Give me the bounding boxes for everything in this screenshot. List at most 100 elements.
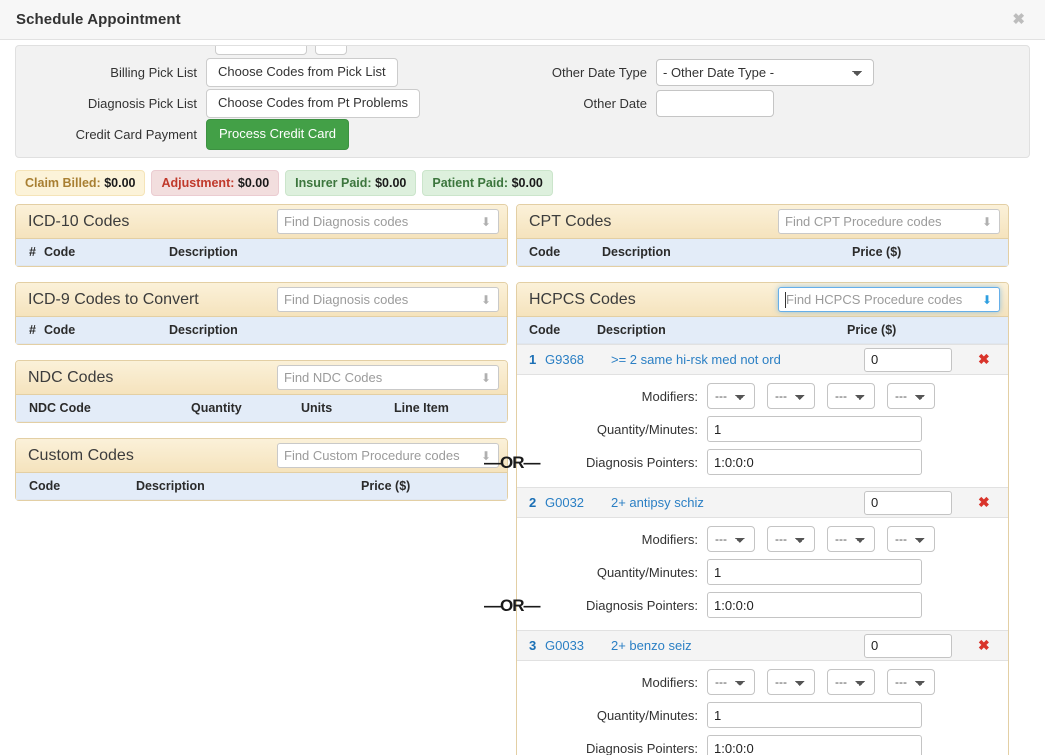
chevron-down-icon: ⬇ (981, 214, 992, 229)
hcpcs-row-price-input[interactable] (864, 347, 952, 372)
diagnosis-pointers-row: Diagnosis Pointers: (517, 592, 1008, 618)
hcpcs-search-placeholder: Find HCPCS Procedure codes (786, 292, 963, 307)
other-date-row: Other Date (536, 88, 1029, 119)
custom-search-input[interactable]: Find Custom Procedure codes ⬇ (277, 443, 499, 468)
delete-row-icon[interactable]: ✖ (978, 351, 1008, 368)
panel-hcpcs: HCPCS Codes Find HCPCS Procedure codes ⬇… (484, 282, 1009, 755)
panel-cpt: CPT Codes Find CPT Procedure codes ⬇ Cod… (516, 204, 1009, 267)
modifiers-row: Modifiers: --- --- --- --- (517, 383, 1008, 409)
hcpcs-modifier-select-1[interactable]: --- (707, 526, 755, 552)
quantity-minutes-label: Quantity/Minutes: (596, 564, 698, 580)
chevron-down-icon: ⬇ (480, 214, 491, 229)
cpt-col-description: Description (602, 239, 852, 266)
quantity-minutes-label: Quantity/Minutes: (596, 421, 698, 437)
hcpcs-row-price-input[interactable] (864, 490, 952, 515)
hcpcs-modifier-select-4[interactable]: --- (887, 383, 935, 409)
other-date-input[interactable] (656, 90, 774, 117)
hcpcs-modifier-select-1[interactable]: --- (707, 383, 755, 409)
hcpcs-row-description[interactable]: 2+ benzo seiz (611, 638, 864, 653)
quantity-minutes-input[interactable] (707, 702, 922, 728)
icd9-col-num: # (16, 317, 44, 344)
patient-paid-amount: $0.00 (511, 176, 543, 190)
hcpcs-table: Code Description Price ($) (517, 317, 1008, 344)
icd10-search-input[interactable]: Find Diagnosis codes ⬇ (277, 209, 499, 234)
diagnosis-pointers-input[interactable] (707, 735, 922, 755)
icd10-table: # Code Description (16, 239, 507, 266)
other-date-type-select[interactable]: - Other Date Type - (656, 59, 874, 86)
hcpcs-row-number: 2 (529, 495, 537, 510)
panel-icd10-heading: ICD-10 Codes Find Diagnosis codes ⬇ (16, 205, 507, 239)
hcpcs-row-price-input[interactable] (864, 633, 952, 658)
custom-table: Code Description Price ($) (16, 473, 507, 500)
delete-row-icon[interactable]: ✖ (978, 494, 1008, 511)
diagnosis-pointers-input[interactable] (707, 449, 922, 475)
custom-col-price: Price ($) (361, 473, 507, 500)
quantity-minutes-input[interactable] (707, 559, 922, 585)
panel-custom: Custom Codes Find Custom Procedure codes… (15, 438, 508, 501)
adjustment-amount: $0.00 (237, 176, 270, 190)
custom-col-description: Description (136, 473, 361, 500)
cpt-search-input[interactable]: Find CPT Procedure codes ⬇ (778, 209, 1000, 234)
table-header-row: NDC Code Quantity Units Line Item (16, 395, 507, 422)
hcpcs-col-price: Price ($) (847, 317, 1008, 344)
hcpcs-row-code[interactable]: G0032 (545, 495, 611, 510)
appointment-form-panel: Billing Pick List Choose Codes from Pick… (15, 45, 1030, 158)
modifiers-row: Modifiers: --- --- --- --- (517, 526, 1008, 552)
hcpcs-modifier-select-3[interactable]: --- (827, 383, 875, 409)
hcpcs-search-input[interactable]: Find HCPCS Procedure codes ⬇ (778, 287, 1000, 312)
hcpcs-rows-container: 1 G9368>= 2 same hi-rsk med not ord ✖ —OR— M… (484, 344, 1008, 755)
modifiers-row: Modifiers: --- --- --- --- (517, 669, 1008, 695)
hcpcs-row-description[interactable]: 2+ antipsy schiz (611, 495, 864, 510)
hcpcs-modifier-select-3[interactable]: --- (827, 526, 875, 552)
icd9-search-input[interactable]: Find Diagnosis codes ⬇ (277, 287, 499, 312)
form-right-column: Other Date Type - Other Date Type - Othe… (536, 46, 1029, 119)
modifiers-label: Modifiers: (641, 531, 698, 547)
hcpcs-modifier-select-2[interactable]: --- (767, 669, 815, 695)
icd10-search-placeholder: Find Diagnosis codes (284, 214, 409, 229)
hcpcs-modifier-select-2[interactable]: --- (767, 526, 815, 552)
hcpcs-row-code[interactable]: G9368 (545, 352, 611, 367)
quantity-row: Quantity/Minutes: (517, 559, 1008, 585)
cpt-table: Code Description Price ($) (517, 239, 1008, 266)
ndc-search-input[interactable]: Find NDC Codes ⬇ (277, 365, 499, 390)
clipped-text-input[interactable] (215, 46, 307, 55)
ndc-col-units: Units (301, 395, 394, 422)
icd9-table: # Code Description (16, 317, 507, 344)
modifiers-label: Modifiers: (641, 674, 698, 690)
icd10-col-code: Code (44, 239, 169, 266)
modal-header: Schedule Appointment ✖ (0, 0, 1045, 40)
hcpcs-modifier-select-3[interactable]: --- (827, 669, 875, 695)
insurer-paid-label: Insurer Paid: (295, 176, 372, 190)
hcpcs-item: 1 G9368>= 2 same hi-rsk med not ord ✖ —OR— M… (484, 344, 1008, 487)
chevron-down-icon: ⬇ (981, 292, 992, 307)
hcpcs-row-description[interactable]: >= 2 same hi-rsk med not ord (611, 352, 864, 367)
quantity-minutes-input[interactable] (707, 416, 922, 442)
panel-custom-title: Custom Codes (28, 446, 134, 464)
or-divider-label: —OR— (484, 596, 540, 615)
quantity-minutes-label: Quantity/Minutes: (596, 707, 698, 723)
hcpcs-modifier-select-2[interactable]: --- (767, 383, 815, 409)
process-credit-card-button[interactable]: Process Credit Card (206, 119, 350, 150)
chevron-down-icon: ⬇ (480, 292, 491, 307)
panel-cpt-title: CPT Codes (529, 212, 612, 230)
choose-codes-from-pt-problems-button[interactable]: Choose Codes from Pt Problems (206, 89, 421, 118)
billing-pick-list-label: Billing Pick List (110, 65, 197, 80)
clipped-small-button[interactable] (315, 46, 347, 55)
hcpcs-modifier-select-4[interactable]: --- (887, 526, 935, 552)
diagnosis-pick-list-label: Diagnosis Pick List (87, 96, 197, 111)
panel-ndc-heading: NDC Codes Find NDC Codes ⬇ (16, 361, 507, 395)
hcpcs-modifier-select-4[interactable]: --- (887, 669, 935, 695)
icd9-col-description: Description (169, 317, 507, 344)
panel-icd9-title: ICD-9 Codes to Convert (28, 290, 199, 308)
close-icon[interactable]: ✖ (1012, 12, 1025, 27)
diagnosis-pick-list-row: Diagnosis Pick List Choose Codes from Pt… (16, 88, 536, 119)
delete-row-icon[interactable]: ✖ (978, 637, 1008, 654)
diagnosis-pointers-label: Diagnosis Pointers: (586, 597, 698, 613)
diagnosis-pointers-input[interactable] (707, 592, 922, 618)
hcpcs-row-code[interactable]: G0033 (545, 638, 611, 653)
hcpcs-item: 2 G00322+ antipsy schiz ✖ —OR— Modifiers: ---… (484, 487, 1008, 630)
hcpcs-item: 3G00332+ benzo seiz✖Modifiers:----------… (517, 630, 1008, 755)
hcpcs-row-details: —OR— Modifiers: --- --- --- --- Quantity/Minut… (484, 518, 1008, 630)
choose-codes-from-pick-list-button[interactable]: Choose Codes from Pick List (206, 58, 398, 87)
hcpcs-modifier-select-1[interactable]: --- (707, 669, 755, 695)
